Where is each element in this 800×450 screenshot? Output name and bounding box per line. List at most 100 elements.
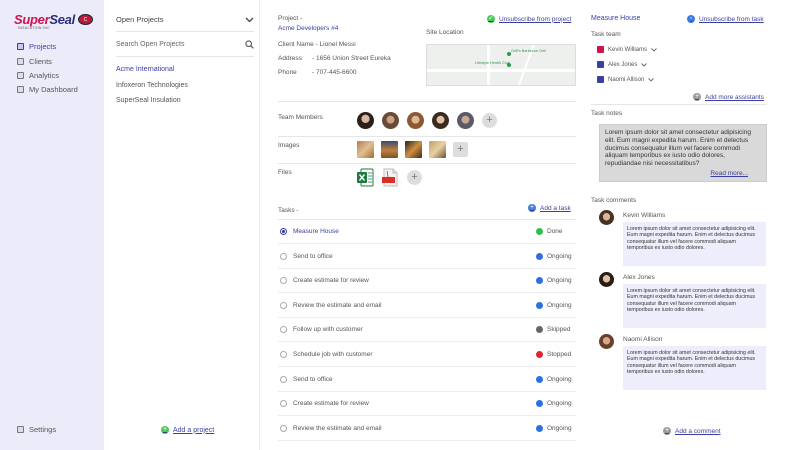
chevron-down-icon xyxy=(245,17,254,22)
task-row[interactable]: Follow up with customer Skipped xyxy=(278,318,576,343)
member-name: Kevin Williams xyxy=(608,46,648,53)
app: SuperSeal C INSULATION INC Projects Clie… xyxy=(0,0,800,450)
task-name: Send to office xyxy=(293,375,333,383)
map-road xyxy=(427,69,575,72)
task-radio[interactable] xyxy=(280,424,287,432)
avatar[interactable] xyxy=(382,112,399,129)
plus-icon: + xyxy=(663,427,671,435)
add-task-button[interactable]: + Add a task xyxy=(528,204,571,212)
nav-item-dashboard[interactable]: My Dashboard xyxy=(17,85,78,94)
task-name: Schedule job with customer xyxy=(293,351,373,358)
brand-logo[interactable]: SuperSeal C INSULATION INC xyxy=(14,12,93,30)
add-project-label: Add a project xyxy=(173,426,215,434)
task-row[interactable]: Schedule job with customer Stopped xyxy=(278,343,576,367)
nav-item-projects[interactable]: Projects xyxy=(17,42,56,51)
status-icon xyxy=(536,351,543,358)
image-thumbnail[interactable] xyxy=(405,141,422,158)
task-status: Ongoing xyxy=(536,301,574,309)
nav-item-clients[interactable]: Clients xyxy=(17,57,52,66)
nav-item-label: Analytics xyxy=(29,71,60,80)
avatar[interactable] xyxy=(599,334,614,349)
project-name[interactable]: Acme Developers #4 xyxy=(278,25,338,32)
dashboard-icon xyxy=(17,86,24,93)
pdf-file-icon[interactable] xyxy=(382,168,399,187)
comment-text: Lorem ipsum dolor sit amet consectetur a… xyxy=(623,284,766,328)
add-image-button[interactable]: + xyxy=(453,142,468,157)
task-status: Ongoing xyxy=(536,277,574,285)
task-radio[interactable] xyxy=(280,375,287,383)
avatar[interactable] xyxy=(457,112,474,129)
task-row[interactable]: Measure House Done xyxy=(278,220,576,244)
excel-file-icon[interactable] xyxy=(357,168,374,187)
map-road xyxy=(487,45,490,85)
site-map[interactable]: Griff's Barbecue Grill Lifestyle Health … xyxy=(426,44,576,86)
avatar[interactable] xyxy=(432,112,449,129)
dropdown-label: Open Projects xyxy=(116,15,164,24)
address-value: - 1656 Union Street Eureka xyxy=(312,55,391,62)
image-thumbnail[interactable] xyxy=(429,141,446,158)
task-radio[interactable] xyxy=(280,326,287,334)
nav-item-label: Settings xyxy=(29,425,57,434)
avatar[interactable] xyxy=(407,112,424,129)
task-radio[interactable] xyxy=(280,301,287,309)
unsubscribe-task-label: Unsubscribe from task xyxy=(699,15,764,23)
add-project-button[interactable]: + Add a project xyxy=(161,426,214,434)
unsubscribe-task-button[interactable]: ◦ Unsubscribe from task xyxy=(687,15,764,23)
project-label: Project - xyxy=(278,15,303,22)
member-icon xyxy=(597,46,604,53)
task-radio[interactable] xyxy=(280,351,287,358)
task-row[interactable]: Send to office Ongoing xyxy=(278,245,576,269)
task-member[interactable]: Alex Jones xyxy=(597,61,648,68)
nav-item-analytics[interactable]: Analytics xyxy=(17,71,59,80)
status-icon xyxy=(536,228,543,235)
task-radio[interactable] xyxy=(280,277,287,285)
task-radio[interactable] xyxy=(280,228,287,235)
bell-icon: ◦ xyxy=(687,15,695,23)
avatar[interactable] xyxy=(599,272,614,287)
image-thumbnail[interactable] xyxy=(357,141,374,158)
task-name: Review the estimate and email xyxy=(293,424,382,432)
client-label: Client Name - xyxy=(278,41,318,48)
avatar[interactable] xyxy=(599,210,614,225)
task-member[interactable]: Naomi Allison xyxy=(597,76,655,83)
avatar[interactable] xyxy=(357,112,374,129)
unsubscribe-project-button[interactable]: ✓ Unsubscribe from project xyxy=(487,15,571,23)
add-file-button[interactable]: + xyxy=(407,170,422,185)
read-more-link[interactable]: Read more... xyxy=(710,170,748,178)
search-input[interactable]: Search Open Projects xyxy=(116,40,254,49)
folder-icon xyxy=(17,43,24,50)
analytics-icon xyxy=(17,72,24,79)
task-team-label: Task team xyxy=(591,31,621,38)
project-item[interactable]: Acme International xyxy=(116,66,174,73)
task-row[interactable]: Create estimate for review Ongoing xyxy=(278,269,576,294)
status-icon xyxy=(536,277,543,285)
member-icon xyxy=(597,61,604,68)
project-item[interactable]: Infoxeron Technologies xyxy=(116,82,188,89)
task-row[interactable]: Create estimate for review Ongoing xyxy=(278,392,576,417)
task-member[interactable]: Kevin Williams xyxy=(597,46,657,53)
project-item[interactable]: SuperSeal Insulation xyxy=(116,97,181,104)
task-row[interactable]: Review the estimate and email Ongoing xyxy=(278,294,576,318)
nav-item-settings[interactable]: Settings xyxy=(17,425,56,434)
files-label: Files xyxy=(278,169,292,176)
status-label: Ongoing xyxy=(547,252,572,260)
open-projects-dropdown[interactable]: Open Projects xyxy=(116,15,254,24)
add-comment-label: Add a comment xyxy=(675,427,721,435)
task-notes-label: Task notes xyxy=(591,110,623,117)
comment-author: Kevin Williams xyxy=(623,212,666,219)
task-row[interactable]: Send to office Ongoing xyxy=(278,368,576,392)
add-member-button[interactable]: + xyxy=(482,113,497,128)
member-name: Alex Jones xyxy=(608,61,638,68)
task-row[interactable]: Review the estimate and email Ongoing xyxy=(278,417,576,441)
chevron-down-icon xyxy=(648,77,655,82)
address-label: Address xyxy=(278,55,302,62)
status-label: Ongoing xyxy=(547,375,572,383)
image-thumbnail[interactable] xyxy=(381,141,398,158)
divider xyxy=(278,101,576,102)
status-icon xyxy=(536,424,543,432)
add-assistants-button[interactable]: + Add more assistants xyxy=(693,93,764,101)
add-comment-button[interactable]: + Add a comment xyxy=(663,427,721,435)
divider xyxy=(278,136,576,137)
task-radio[interactable] xyxy=(280,252,287,260)
task-radio[interactable] xyxy=(280,400,287,408)
